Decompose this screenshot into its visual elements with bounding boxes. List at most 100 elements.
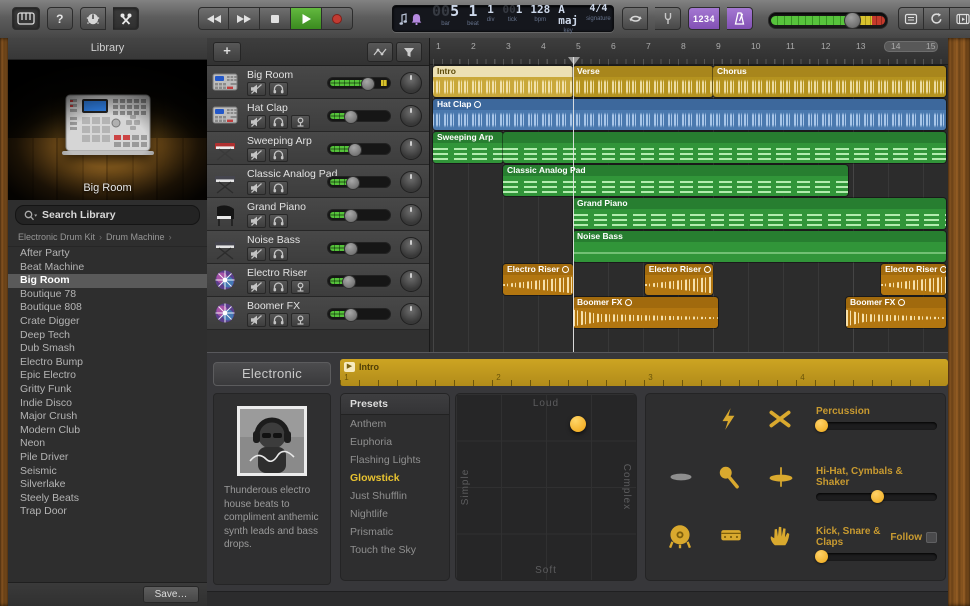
quick-help-button[interactable]: ? <box>47 7 73 30</box>
library-item-major-crush[interactable]: Major Crush <box>8 410 207 424</box>
library-item-gritty-funk[interactable]: Gritty Funk <box>8 383 207 397</box>
category-selector-button[interactable]: Electronic <box>213 362 331 386</box>
track-volume-slider[interactable] <box>327 143 391 157</box>
follow-control[interactable]: Follow <box>890 531 937 543</box>
track-volume-slider[interactable] <box>327 275 391 289</box>
track-filter-button[interactable] <box>396 42 422 62</box>
solo-button[interactable] <box>269 214 288 228</box>
loop-browser-button[interactable] <box>924 7 950 30</box>
region-boomer-fx[interactable]: Boomer FX <box>573 297 719 328</box>
pan-knob[interactable] <box>400 204 422 226</box>
volume-thumb[interactable] <box>344 209 359 223</box>
library-item-electro-bump[interactable]: Electro Bump <box>8 356 207 370</box>
library-item-modern-club[interactable]: Modern Club <box>8 424 207 438</box>
pan-knob[interactable] <box>400 270 422 292</box>
track-header-grand-piano[interactable]: Grand Piano <box>207 198 429 231</box>
input-button[interactable] <box>291 280 310 294</box>
master-volume-slider[interactable] <box>768 12 888 29</box>
mute-button[interactable] <box>247 247 266 261</box>
media-browser-button[interactable] <box>950 7 970 30</box>
forward-button[interactable] <box>229 7 260 30</box>
breadcrumb-segment[interactable]: Drum Machine <box>106 232 165 242</box>
library-item-seismic[interactable]: Seismic <box>8 465 207 479</box>
breadcrumb-segment[interactable]: Electronic Drum Kit <box>18 232 95 242</box>
region-intro[interactable]: Intro <box>433 66 573 97</box>
follow-checkbox[interactable] <box>926 531 937 543</box>
region-classic-analog-pad[interactable]: Classic Analog Pad <box>503 165 848 196</box>
region-boomer-fx[interactable]: Boomer FX <box>846 297 946 328</box>
solo-button[interactable] <box>269 181 288 195</box>
volume-thumb[interactable] <box>348 143 362 157</box>
preset-anthem[interactable]: Anthem <box>341 415 449 433</box>
preset-just-shufflin[interactable]: Just Shufflin <box>341 487 449 505</box>
track-header-hat-clap[interactable]: Hat Clap <box>207 99 429 132</box>
volume-thumb[interactable] <box>342 275 356 289</box>
timeline-ruler[interactable]: 1 2 3 4 5 6 7 8 9 10 11 12 13 14 15 <box>430 38 948 65</box>
pan-knob[interactable] <box>400 237 422 259</box>
cycle-button[interactable] <box>622 7 648 30</box>
pan-knob[interactable] <box>400 303 422 325</box>
region-electro-riser[interactable]: Electro Riser <box>503 264 573 295</box>
library-item-silverlake[interactable]: Silverlake <box>8 478 207 492</box>
region-noise-bass[interactable]: Noise Bass <box>573 231 946 262</box>
cell-editor-ruler[interactable]: ▶ Intro 1 2 3 4 <box>340 359 948 386</box>
search-library-field[interactable]: Search Library <box>15 205 200 225</box>
region-item[interactable] <box>503 132 946 163</box>
preset-nightlife[interactable]: Nightlife <box>341 505 449 523</box>
pan-knob[interactable] <box>400 138 422 160</box>
track-volume-slider[interactable] <box>327 176 391 190</box>
mute-button[interactable] <box>247 214 266 228</box>
region-electro-riser[interactable]: Electro Riser <box>644 264 713 295</box>
mute-button[interactable] <box>247 181 266 195</box>
region-sweeping-arp[interactable]: Sweeping Arp <box>433 132 503 163</box>
region-chorus[interactable]: Chorus <box>713 66 946 97</box>
mute-button[interactable] <box>247 115 266 129</box>
smart-controls-button[interactable] <box>113 7 139 30</box>
track-header-sweeping-arp[interactable]: Sweeping Arp <box>207 132 429 165</box>
lcd-display[interactable]: 005 bar 1 beat 1 div 001 tick 128 bpm A maj key 4/4 s… <box>392 3 614 34</box>
track-header-electro-riser[interactable]: Electro Riser <box>207 264 429 297</box>
library-item-after-party[interactable]: After Party <box>8 247 207 261</box>
library-item-neon[interactable]: Neon <box>8 437 207 451</box>
save-button[interactable]: Save… <box>143 586 199 603</box>
solo-button[interactable] <box>269 280 288 294</box>
solo-button[interactable] <box>269 115 288 129</box>
maraca-toggle[interactable] <box>716 464 750 498</box>
mute-button[interactable] <box>247 280 266 294</box>
preset-prismatic[interactable]: Prismatic <box>341 523 449 541</box>
clap-hand-toggle[interactable] <box>766 522 800 556</box>
library-item-pile-driver[interactable]: Pile Driver <box>8 451 207 465</box>
preset-euphoria[interactable]: Euphoria <box>341 433 449 451</box>
notepad-button[interactable] <box>898 7 924 30</box>
xy-puck[interactable] <box>570 415 587 432</box>
stop-button[interactable] <box>260 7 291 30</box>
library-item-trap-door[interactable]: Trap Door <box>8 505 207 519</box>
region-electro-riser[interactable]: Electro Riser <box>881 264 946 295</box>
volume-thumb[interactable] <box>844 12 862 29</box>
track-volume-slider[interactable] <box>327 308 391 322</box>
region-verse[interactable]: Verse <box>573 66 713 97</box>
mute-button[interactable] <box>247 148 266 162</box>
library-item-crate-digger[interactable]: Crate Digger <box>8 315 207 329</box>
kick-drum-toggle[interactable] <box>666 522 700 556</box>
track-header-big-room[interactable]: Big Room <box>207 66 429 99</box>
rewind-button[interactable] <box>198 7 229 30</box>
hihat-toggle[interactable] <box>766 464 800 498</box>
slider-track[interactable] <box>814 550 937 563</box>
track-volume-slider[interactable] <box>327 77 391 91</box>
preset-flashing-lights[interactable]: Flashing Lights <box>341 451 449 469</box>
xy-performance-pad[interactable]: Loud Soft Simple Complex <box>455 393 637 581</box>
solo-button[interactable] <box>269 313 288 327</box>
mute-button[interactable] <box>247 82 266 96</box>
track-header-noise-bass[interactable]: Noise Bass <box>207 231 429 264</box>
tuner-button[interactable] <box>80 7 106 30</box>
cell-play-icon[interactable]: ▶ <box>344 361 355 372</box>
library-item-dub-smash[interactable]: Dub Smash <box>8 342 207 356</box>
volume-thumb[interactable] <box>343 308 358 322</box>
track-volume-slider[interactable] <box>327 110 391 124</box>
add-track-button[interactable]: + <box>213 42 241 62</box>
automation-button[interactable] <box>367 42 393 62</box>
snare-drum-toggle[interactable] <box>716 522 750 556</box>
region-grand-piano[interactable]: Grand Piano <box>573 198 946 229</box>
preset-glowstick[interactable]: Glowstick <box>341 469 449 487</box>
